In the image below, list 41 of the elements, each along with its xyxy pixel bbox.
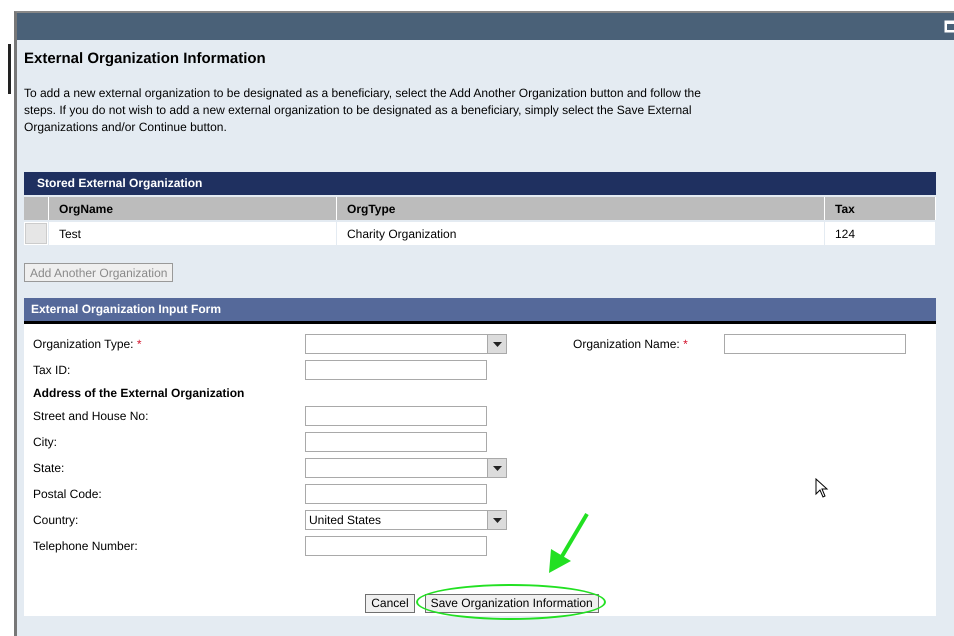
dropdown-arrow-icon (492, 518, 502, 522)
table-cell: Charity Organization (336, 221, 824, 245)
table-cell: 124 (824, 221, 936, 245)
form-button[interactable]: Save Organization Information (424, 594, 599, 613)
section-heading: Address of the External Organization (33, 386, 246, 400)
field-label: Telephone Number: (33, 539, 138, 553)
window-edge (8, 44, 11, 94)
dropdown-field[interactable] (305, 458, 507, 478)
required-mark: * (683, 337, 688, 351)
input-field[interactable] (724, 334, 906, 354)
form-button[interactable]: Cancel (365, 594, 415, 613)
field-label: Country: (33, 513, 78, 527)
column-header: OrgName (48, 197, 336, 221)
page-title: External Organization Information (24, 50, 267, 67)
input-field[interactable] (305, 360, 487, 380)
intro-text: To add a new external organization to be designated as a beneficiary, select the Add Another Organization button and follow the steps. If you do not wish to add a new external organization to be designated as a beneficiary, simply select the Save External Organizations and/or Continue button. (24, 85, 702, 136)
field-label: Tax ID: (33, 363, 70, 377)
dropdown-field[interactable]: United States (305, 510, 507, 530)
field-label: Organization Name: (573, 337, 680, 351)
field-label: Street and House No: (33, 409, 148, 423)
table-header-bar: Stored External Organization (24, 172, 936, 195)
input-field[interactable] (305, 406, 487, 426)
required-mark: * (136, 337, 142, 351)
maximize-icon[interactable] (944, 20, 954, 33)
input-field[interactable] (305, 432, 487, 452)
form-header-bar: External Organization Input Form (24, 298, 936, 324)
input-field[interactable] (305, 484, 487, 504)
field-label: State: (33, 461, 64, 475)
dropdown-arrow-icon (492, 342, 502, 346)
field-label: City: (33, 435, 57, 449)
mouse-cursor-icon (815, 478, 829, 498)
row-selector[interactable] (25, 223, 47, 244)
column-header: OrgType (336, 197, 824, 221)
dropdown-arrow-icon (492, 466, 502, 470)
table-cell: Test (48, 221, 336, 245)
dropdown-field[interactable] (305, 334, 507, 354)
column-header: Tax (824, 197, 936, 221)
input-field[interactable] (305, 536, 487, 556)
field-label: Organization Type: (33, 337, 134, 351)
annotation-arrow (546, 512, 591, 574)
field-label: Postal Code: (33, 487, 102, 501)
